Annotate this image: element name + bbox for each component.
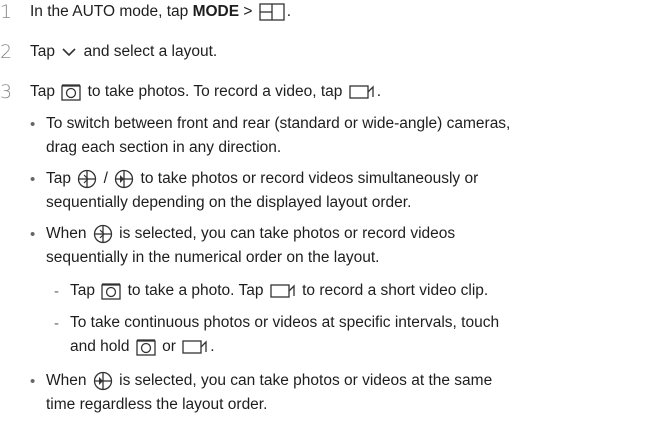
instruction-page: 1 In the AUTO mode, tap MODE > . 2 Tap a… — [0, 0, 648, 448]
bullet-dot: • — [30, 170, 36, 188]
step-text: to take photos. To record a video, tap — [83, 83, 347, 100]
sub-text: to record a short video clip. — [297, 282, 489, 299]
step-number: 3 — [0, 81, 13, 103]
sub-text: Tap — [70, 282, 100, 299]
sub-text-continued: and hold or . — [70, 336, 215, 358]
bullet-text-continued: time regardless the layout order. — [46, 396, 268, 413]
bullet-text: Tap — [46, 170, 76, 187]
sub-text: and hold — [70, 338, 134, 355]
simultaneous-shot-icon — [93, 371, 113, 391]
sub-item: - To take continuous photos or videos at… — [54, 312, 499, 334]
sub-dash: - — [54, 282, 59, 300]
sequential-shot-icon — [93, 224, 113, 244]
step-3: 3 Tap to take photos. To record a video,… — [0, 81, 381, 103]
step-number: 2 — [0, 41, 13, 63]
sub-dash: - — [54, 314, 59, 332]
layout-grid-icon — [259, 3, 285, 21]
step-2: 2 Tap and select a layout. — [0, 41, 217, 63]
step-text: and select a layout. — [79, 43, 218, 60]
bullet-text: To switch between front and rear (standa… — [46, 115, 511, 132]
sequential-shot-icon — [77, 169, 97, 189]
bullet-text: is selected, you can take photos or vide… — [114, 372, 493, 389]
bullet-text: / — [99, 170, 113, 187]
bullet-dot: • — [30, 225, 36, 243]
chevron-down-icon — [61, 46, 77, 58]
sub-item: - Tap to take a photo. Tap to record a s… — [54, 280, 488, 302]
bullet-text: When — [46, 225, 91, 242]
bullet-dot: • — [30, 115, 36, 133]
mode-label: MODE — [192, 3, 240, 20]
bullet-item: • Tap / to take photos or record videos … — [30, 168, 478, 190]
bullet-text-continued: sequentially in the numerical order on t… — [46, 249, 380, 266]
video-record-icon — [349, 84, 375, 100]
camera-shutter-icon — [136, 338, 156, 356]
sub-text: to take a photo. Tap — [123, 282, 268, 299]
step-text: In the AUTO mode, tap — [30, 3, 193, 20]
bullet-item: • When is selected, you can take photos … — [30, 370, 492, 392]
video-record-icon — [270, 283, 296, 299]
bullet-text: When — [46, 372, 91, 389]
sub-text: To take continuous photos or videos at s… — [70, 314, 500, 331]
bullet-text: to take photos or record videos simultan… — [136, 170, 479, 187]
bullet-item: • To switch between front and rear (stan… — [30, 113, 510, 135]
step-text: . — [376, 83, 382, 100]
bullet-item: • When is selected, you can take photos … — [30, 223, 455, 245]
bullet-text-continued: drag each section in any direction. — [46, 139, 282, 156]
camera-shutter-icon — [61, 83, 81, 101]
camera-shutter-icon — [101, 282, 121, 300]
bullet-text: is selected, you can take photos or reco… — [114, 225, 456, 242]
step-text: Tap — [30, 43, 60, 60]
step-text: > — [239, 3, 257, 20]
step-1: 1 In the AUTO mode, tap MODE > . — [0, 1, 291, 23]
simultaneous-shot-icon — [114, 169, 134, 189]
sub-text: . — [210, 338, 215, 355]
step-text: . — [286, 3, 292, 20]
step-number: 1 — [0, 1, 13, 23]
bullet-dot: • — [30, 372, 36, 390]
sub-text: or — [157, 338, 181, 355]
video-record-icon — [182, 339, 208, 355]
step-text: Tap — [30, 83, 60, 100]
bullet-text-continued: sequentially depending on the displayed … — [46, 194, 412, 211]
